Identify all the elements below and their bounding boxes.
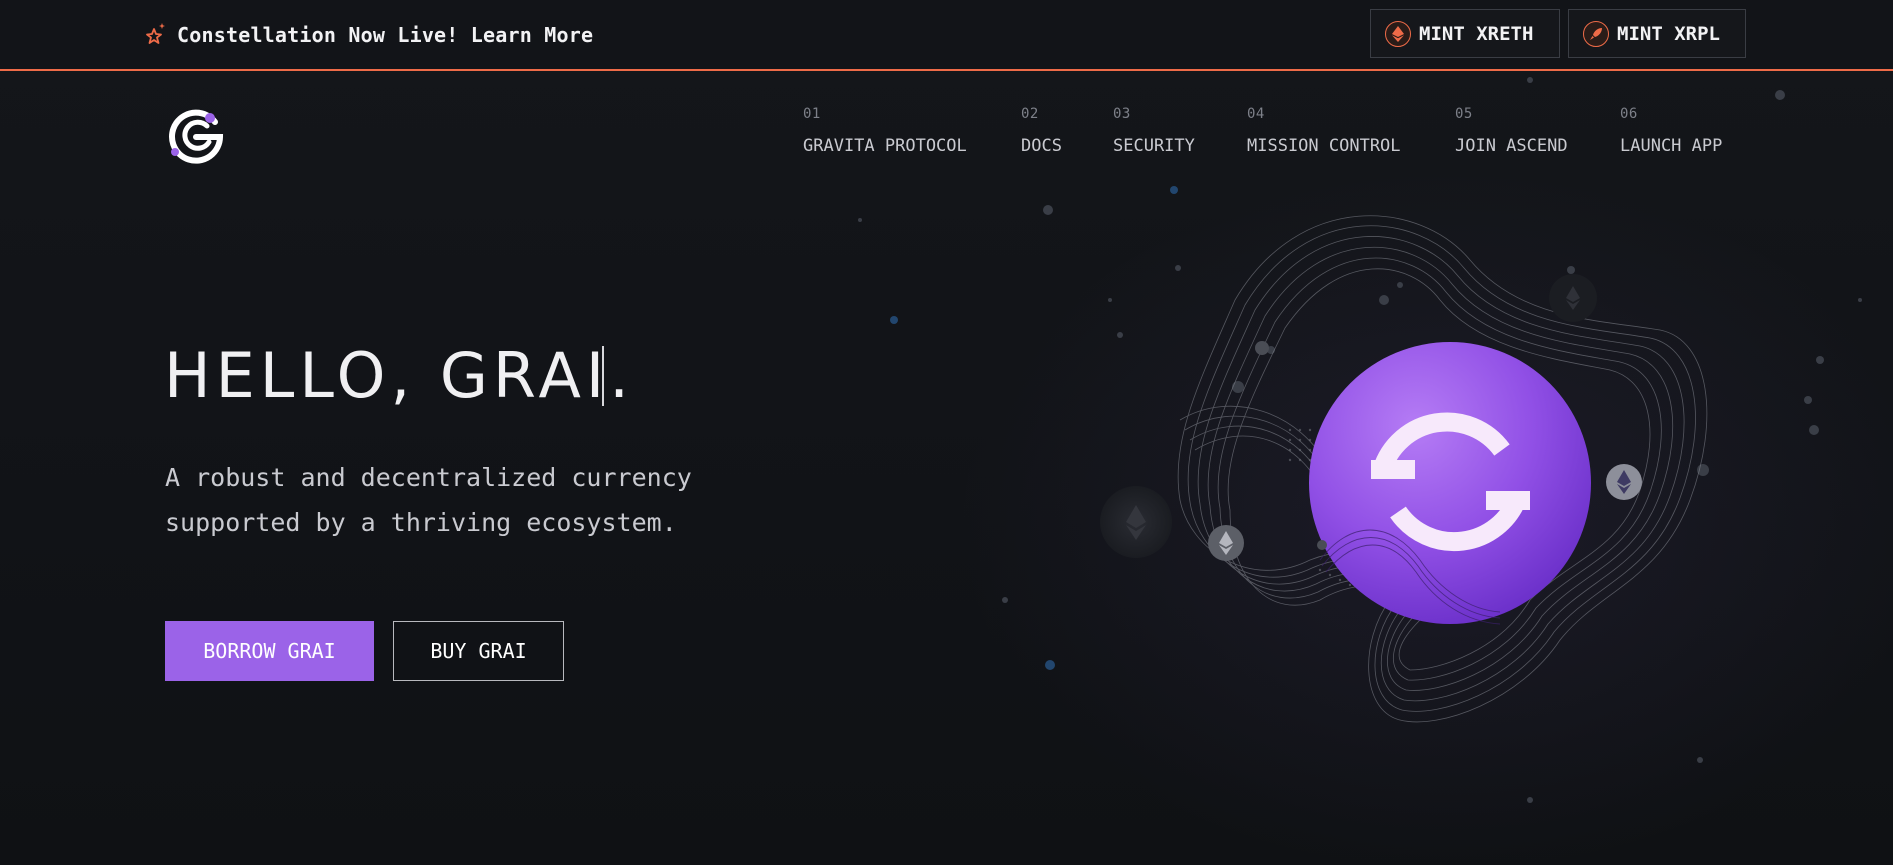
hero-title: HELLO, GRAI. [164,339,634,412]
announcement-bar: Constellation Now Live! Learn More MINT … [0,0,1893,71]
ethereum-icon [1549,274,1597,322]
nav-label: DOCS [1021,136,1062,156]
nav-item-join-ascend[interactable]: 05 JOIN ASCEND [1455,106,1568,156]
nav-number: 01 [803,106,821,122]
grai-orb-illustration [1100,215,1708,723]
nav-number: 02 [1021,106,1039,122]
nav-label: MISSION CONTROL [1247,136,1401,156]
nav-number: 04 [1247,106,1265,122]
page: Constellation Now Live! Learn More MINT … [0,0,1893,865]
ethereum-icon [1606,464,1642,500]
borrow-grai-button[interactable]: BORROW GRAI [165,621,374,681]
nav-label: LAUNCH APP [1620,136,1723,156]
rocket-icon [1583,20,1609,47]
announcement-link[interactable]: Constellation Now Live! Learn More [145,22,593,48]
ethereum-icon [1100,486,1172,558]
gravita-logo-icon[interactable] [163,104,229,164]
typing-caret [602,346,604,406]
mint-xrpl-label: MINT XRPL [1617,22,1720,45]
sparkle-star-icon [145,21,167,49]
nav-number: 06 [1620,106,1638,122]
nav-item-launch-app[interactable]: 06 LAUNCH APP [1620,106,1722,156]
nav-number: 03 [1113,106,1131,122]
ethereum-icon [1208,525,1244,561]
nav-label: SECURITY [1113,136,1195,156]
nav-label: JOIN ASCEND [1455,136,1568,156]
hero-subtitle: A robust and decentralized currency supp… [165,463,692,537]
mint-xreth-label: MINT XRETH [1419,22,1534,45]
nav-item-security[interactable]: 03 SECURITY [1113,106,1195,156]
buy-grai-button[interactable]: BUY GRAI [393,621,564,681]
grai-orb [1309,342,1591,624]
announcement-text: Constellation Now Live! Learn More [177,23,594,47]
nav-item-gravita-protocol[interactable]: 01 GRAVITA PROTOCOL [803,106,967,156]
mint-xreth-button[interactable]: MINT XRETH [1370,9,1560,58]
nav-item-mission-control[interactable]: 04 MISSION CONTROL [1247,106,1401,156]
nav-label: GRAVITA PROTOCOL [803,136,967,156]
nav-number: 05 [1455,106,1473,122]
nav-item-docs[interactable]: 02 DOCS [1021,106,1062,156]
mint-xrpl-button[interactable]: MINT XRPL [1568,9,1746,58]
ethereum-icon [1385,20,1411,47]
